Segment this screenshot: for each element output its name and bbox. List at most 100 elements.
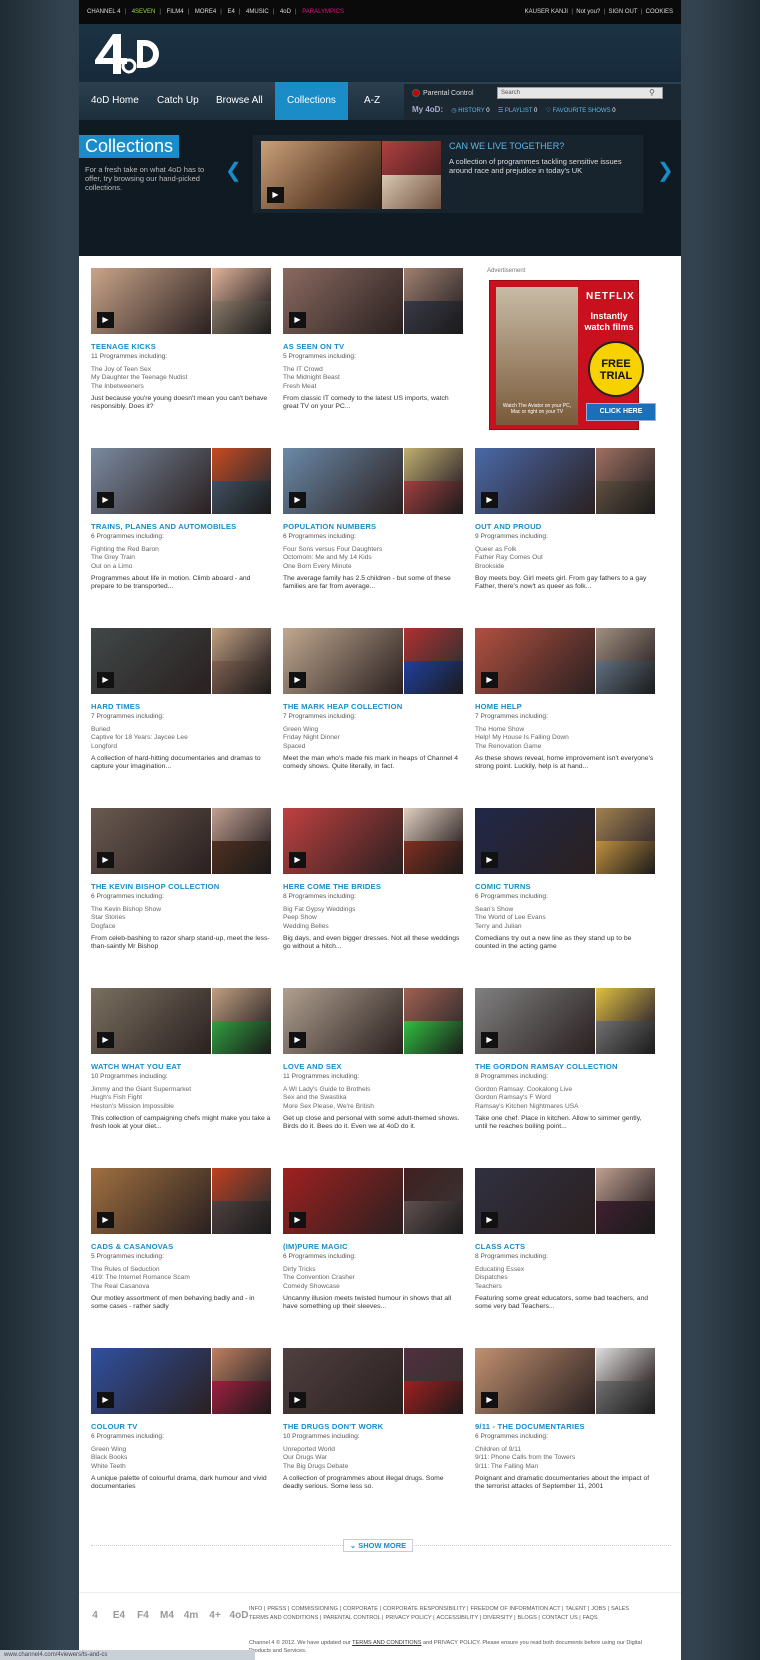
collection-title[interactable]: (IM)PURE MAGIC bbox=[283, 1242, 463, 1251]
collection-thumbnail[interactable]: ▶ bbox=[475, 1168, 655, 1234]
collection-card[interactable]: ▶ THE GORDON RAMSAY COLLECTION 8 Programme… bbox=[475, 988, 655, 1132]
search-input[interactable]: Search bbox=[497, 87, 663, 99]
collection-card[interactable]: ▶ TRAINS, PLANES AND AUTOMOBILES 6 Program… bbox=[91, 448, 271, 592]
programme-item[interactable]: Octomom: Me and My 14 Kids bbox=[283, 554, 463, 562]
collection-card[interactable]: ▶ TEENAGE KICKS 11 Programmes including: Th… bbox=[91, 268, 271, 412]
footer-link[interactable]: ACCESSIBILITY | bbox=[437, 1615, 482, 1621]
collection-thumbnail[interactable]: ▶ bbox=[283, 988, 463, 1054]
footer-link[interactable]: CONTACT US | bbox=[542, 1615, 581, 1621]
ad-click-button[interactable]: CLICK HERE bbox=[586, 403, 656, 421]
programme-item[interactable]: A WI Lady's Guide to Brothels bbox=[283, 1086, 463, 1094]
playlist-link[interactable]: ☰ PLAYLIST 0 bbox=[498, 108, 538, 114]
favourites-link[interactable]: ♡ FAVOURITE SHOWS 0 bbox=[546, 108, 616, 114]
featured-slide[interactable]: ▶ CAN WE LIVE TOGETHER? A collection of … bbox=[253, 135, 643, 213]
programme-item[interactable]: The Kevin Bishop Show bbox=[91, 906, 271, 914]
play-icon[interactable]: ▶ bbox=[97, 852, 114, 868]
programme-item[interactable]: Black Books bbox=[91, 1454, 271, 1462]
collection-card[interactable]: ▶ CLASS ACTS 8 Programmes including: Educat… bbox=[475, 1168, 655, 1312]
play-icon[interactable]: ▶ bbox=[289, 312, 306, 328]
featured-image[interactable]: ▶ bbox=[261, 141, 441, 209]
not-you-link[interactable]: Not you? bbox=[576, 9, 600, 15]
collection-card[interactable]: ▶ THE DRUGS DON'T WORK 10 Programmes inclu… bbox=[283, 1348, 463, 1492]
collection-card[interactable]: ▶ LOVE AND SEX 11 Programmes including: A W… bbox=[283, 988, 463, 1132]
show-more-button[interactable]: ⌄ SHOW MORE bbox=[343, 1539, 413, 1552]
programme-item[interactable]: My Daughter the Teenage Nudist bbox=[91, 374, 271, 382]
collection-thumbnail[interactable]: ▶ bbox=[475, 448, 655, 514]
collection-thumbnail[interactable]: ▶ bbox=[475, 628, 655, 694]
collection-card[interactable]: ▶ POPULATION NUMBERS 6 Programmes includin… bbox=[283, 448, 463, 592]
programme-item[interactable]: 419: The Internet Romance Scam bbox=[91, 1274, 271, 1282]
collection-title[interactable]: TRAINS, PLANES AND AUTOMOBILES bbox=[91, 522, 271, 531]
network-channel4[interactable]: CHANNEL 4 bbox=[87, 9, 120, 15]
programme-item[interactable]: Longford bbox=[91, 743, 271, 751]
terms-link[interactable]: TERMS AND CONDITIONS bbox=[352, 1640, 421, 1646]
4seven-logo-icon[interactable]: 4+ bbox=[205, 1606, 225, 1626]
play-icon[interactable]: ▶ bbox=[97, 1392, 114, 1408]
network-4seven[interactable]: 4SEVEN bbox=[132, 9, 156, 15]
collection-thumbnail[interactable]: ▶ bbox=[91, 268, 271, 334]
footer-link[interactable]: FAQS bbox=[583, 1615, 598, 1621]
collection-card[interactable]: ▶ (IM)PURE MAGIC 6 Programmes including: Di… bbox=[283, 1168, 463, 1312]
network-more4[interactable]: MORE4 bbox=[195, 9, 216, 15]
parental-control[interactable]: Parental Control bbox=[412, 89, 474, 97]
programme-item[interactable]: Dispatches bbox=[475, 1274, 655, 1282]
programme-item[interactable]: Green Wing bbox=[283, 726, 463, 734]
programme-item[interactable]: The Grey Train bbox=[91, 554, 271, 562]
collection-title[interactable]: 9/11 - THE DOCUMENTARIES bbox=[475, 1422, 655, 1431]
programme-item[interactable]: The IT Crowd bbox=[283, 366, 463, 374]
programme-item[interactable]: Help! My House Is Falling Down bbox=[475, 734, 655, 742]
collection-card[interactable]: ▶ THE MARK HEAP COLLECTION 7 Programmes in… bbox=[283, 628, 463, 772]
footer-link[interactable]: TALENT | bbox=[565, 1606, 589, 1612]
play-icon[interactable]: ▶ bbox=[289, 672, 306, 688]
play-icon[interactable]: ▶ bbox=[289, 852, 306, 868]
footer-link[interactable]: PRIVACY POLICY | bbox=[386, 1615, 435, 1621]
footer-link[interactable]: CORPORATE | bbox=[343, 1606, 381, 1612]
collection-title[interactable]: COMIC TURNS bbox=[475, 882, 655, 891]
programme-item[interactable]: Terry and Julian bbox=[475, 923, 655, 931]
programme-item[interactable]: The Real Casanova bbox=[91, 1283, 271, 1291]
programme-item[interactable]: Comedy Showcase bbox=[283, 1283, 463, 1291]
footer-link[interactable]: JOBS | bbox=[591, 1606, 609, 1612]
more4-logo-icon[interactable]: M4 bbox=[157, 1606, 177, 1626]
network-4od[interactable]: 4oD bbox=[280, 9, 291, 15]
collection-title[interactable]: CADS & CASANOVAS bbox=[91, 1242, 271, 1251]
play-icon[interactable]: ▶ bbox=[481, 492, 498, 508]
footer-link[interactable]: SALES bbox=[611, 1606, 629, 1612]
play-icon[interactable]: ▶ bbox=[481, 1392, 498, 1408]
collection-card[interactable]: ▶ HOME HELP 7 Programmes including: The Hom… bbox=[475, 628, 655, 772]
carousel-prev-icon[interactable]: ❮ bbox=[225, 158, 242, 183]
programme-item[interactable]: Buried bbox=[91, 726, 271, 734]
programme-item[interactable]: Captive for 18 Years: Jaycee Lee bbox=[91, 734, 271, 742]
history-link[interactable]: ◷ HISTORY 0 bbox=[451, 108, 489, 114]
4music-logo-icon[interactable]: 4m bbox=[181, 1606, 201, 1626]
collection-thumbnail[interactable]: ▶ bbox=[283, 628, 463, 694]
footer-link[interactable]: BLOGS | bbox=[518, 1615, 540, 1621]
nav-browse-all[interactable]: Browse All bbox=[204, 82, 275, 120]
programme-item[interactable]: Children of 9/11 bbox=[475, 1446, 655, 1454]
programme-item[interactable]: Star Stories bbox=[91, 914, 271, 922]
collection-thumbnail[interactable]: ▶ bbox=[283, 1168, 463, 1234]
collection-thumbnail[interactable]: ▶ bbox=[283, 448, 463, 514]
collection-title[interactable]: THE KEVIN BISHOP COLLECTION bbox=[91, 882, 271, 891]
programme-item[interactable]: The Rules of Seduction bbox=[91, 1266, 271, 1274]
channel4-logo-icon[interactable]: 4 bbox=[85, 1606, 105, 1626]
programme-item[interactable]: The World of Lee Evans bbox=[475, 914, 655, 922]
collection-title[interactable]: TEENAGE KICKS bbox=[91, 342, 271, 351]
programme-item[interactable]: Ramsay's Kitchen Nightmares USA bbox=[475, 1103, 655, 1111]
nav-collections[interactable]: Collections bbox=[275, 82, 348, 120]
collection-title[interactable]: HERE COME THE BRIDES bbox=[283, 882, 463, 891]
play-icon[interactable]: ▶ bbox=[97, 1212, 114, 1228]
programme-item[interactable]: Sex and the Swastika bbox=[283, 1094, 463, 1102]
collection-card[interactable]: ▶ CADS & CASANOVAS 5 Programmes including:… bbox=[91, 1168, 271, 1312]
collection-card[interactable]: ▶ THE KEVIN BISHOP COLLECTION 6 Programmes… bbox=[91, 808, 271, 952]
collection-thumbnail[interactable]: ▶ bbox=[283, 268, 463, 334]
programme-item[interactable]: Friday Night Dinner bbox=[283, 734, 463, 742]
programme-item[interactable]: More Sex Please, We're British bbox=[283, 1103, 463, 1111]
footer-link[interactable]: INFO | bbox=[249, 1606, 265, 1612]
collection-title[interactable]: OUT AND PROUD bbox=[475, 522, 655, 531]
programme-item[interactable]: One Born Every Minute bbox=[283, 563, 463, 571]
collection-card[interactable]: ▶ AS SEEN ON TV 5 Programmes including: The… bbox=[283, 268, 463, 412]
programme-item[interactable]: White Teeth bbox=[91, 1463, 271, 1471]
programme-item[interactable]: Wedding Belles bbox=[283, 923, 463, 931]
programme-item[interactable]: Unreported World bbox=[283, 1446, 463, 1454]
